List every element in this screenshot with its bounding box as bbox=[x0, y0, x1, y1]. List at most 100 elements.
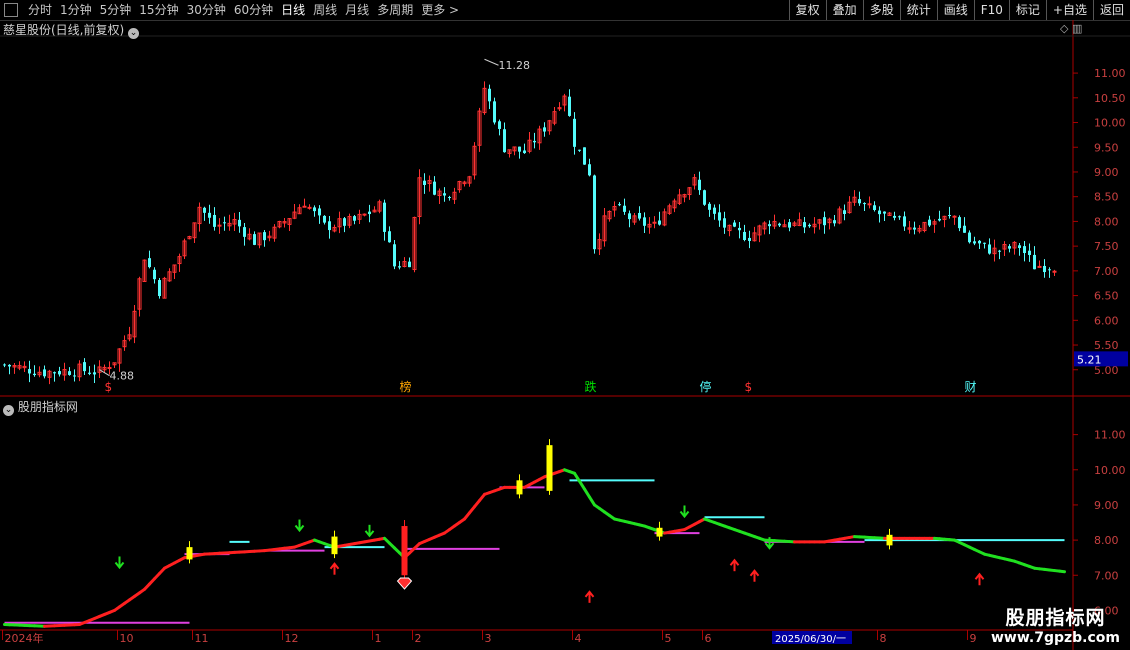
candle-body bbox=[978, 240, 981, 244]
candle-body bbox=[393, 244, 396, 267]
candle-body bbox=[952, 215, 957, 218]
event-marker: 停 bbox=[700, 379, 712, 394]
candle-body bbox=[883, 211, 886, 214]
y-tick-label: 10.00 bbox=[1094, 117, 1126, 130]
candle-body bbox=[578, 149, 581, 151]
candle-body bbox=[73, 375, 76, 377]
y-tick-label: 8.00 bbox=[1094, 215, 1119, 228]
price-tag: 5.21 bbox=[1077, 353, 1102, 366]
candle-body bbox=[618, 204, 621, 206]
candle-body bbox=[713, 207, 716, 214]
candle-body bbox=[1048, 269, 1051, 271]
y-tick-label: 8.50 bbox=[1094, 191, 1119, 204]
candle-body bbox=[808, 224, 811, 227]
candle-body bbox=[973, 241, 976, 244]
candle-body bbox=[968, 232, 971, 243]
signal-block bbox=[886, 534, 893, 546]
signal-block bbox=[331, 536, 338, 555]
x-tick-label: 4 bbox=[575, 632, 582, 645]
candle-body bbox=[243, 227, 246, 237]
candle-body bbox=[223, 222, 226, 224]
layout-icon[interactable]: ▥ bbox=[1072, 22, 1082, 35]
event-marker: 跌 bbox=[585, 379, 597, 394]
candle-body bbox=[643, 217, 646, 226]
candle-body bbox=[1018, 245, 1021, 249]
candle-body bbox=[213, 214, 216, 227]
high-label: 11.28 bbox=[499, 59, 531, 72]
signal-block bbox=[186, 547, 193, 560]
x-tick-label: 10 bbox=[120, 632, 134, 645]
candle-body bbox=[823, 217, 826, 226]
candle-body bbox=[343, 218, 346, 226]
candle-body bbox=[543, 127, 546, 132]
candle-body bbox=[878, 210, 881, 215]
chevron-down-icon[interactable]: ⌄ bbox=[3, 405, 14, 416]
candle-body bbox=[778, 223, 781, 226]
candle-body bbox=[733, 222, 736, 227]
candle-body bbox=[903, 216, 906, 227]
candle-body bbox=[148, 258, 151, 268]
candle-body bbox=[623, 205, 626, 212]
high-pointer bbox=[484, 58, 499, 66]
candle-body bbox=[423, 180, 426, 185]
candle-body bbox=[628, 213, 631, 220]
candle-body bbox=[83, 362, 86, 372]
candle-body bbox=[383, 202, 386, 232]
candle-body bbox=[208, 212, 211, 218]
candle-body bbox=[983, 242, 986, 244]
candle-body bbox=[503, 129, 506, 153]
event-marker: $ bbox=[745, 380, 753, 394]
candle-body bbox=[963, 225, 966, 233]
candle-body bbox=[353, 216, 356, 221]
candle-body bbox=[263, 232, 266, 241]
candle-body bbox=[368, 211, 371, 215]
y-tick-label: 6.50 bbox=[1094, 290, 1119, 303]
signal-block bbox=[546, 445, 553, 491]
candle-body bbox=[488, 88, 491, 102]
candle-body bbox=[433, 181, 436, 195]
up-arrow bbox=[729, 558, 740, 572]
candle-body bbox=[53, 372, 56, 374]
down-arrow bbox=[114, 556, 125, 570]
main-title-text: 慈星股份(日线,前复权) bbox=[3, 23, 125, 37]
candle-body bbox=[748, 237, 751, 241]
candle-body bbox=[493, 101, 496, 123]
candle-body bbox=[863, 203, 866, 205]
chevron-down-icon[interactable]: ⌄ bbox=[128, 28, 140, 39]
candle-body bbox=[533, 140, 536, 143]
diamond-icon bbox=[396, 577, 413, 590]
candle-body bbox=[523, 150, 526, 154]
down-arrow bbox=[364, 524, 375, 538]
candle-body bbox=[998, 250, 1001, 252]
candle-body bbox=[443, 193, 446, 196]
y-tick-label: 6.00 bbox=[1094, 314, 1119, 327]
up-arrow bbox=[974, 572, 985, 586]
diamond-icon[interactable]: ◇ bbox=[1060, 22, 1068, 35]
candle-body bbox=[3, 364, 6, 366]
candle-body bbox=[593, 175, 596, 250]
candle-body bbox=[948, 215, 951, 217]
stock-chart[interactable]: 5.005.506.006.507.007.508.008.509.009.50… bbox=[0, 0, 1130, 650]
x-tick-label: 8 bbox=[880, 632, 887, 645]
candle-body bbox=[107, 367, 112, 370]
candle-body bbox=[328, 221, 331, 231]
candle-body bbox=[8, 364, 11, 367]
candle-body bbox=[33, 373, 36, 376]
y-tick-label: 11.00 bbox=[1094, 67, 1126, 80]
candle-body bbox=[583, 147, 586, 165]
candle-body bbox=[638, 212, 641, 219]
candle-body bbox=[803, 222, 806, 228]
candle-body bbox=[1028, 250, 1031, 255]
candle-body bbox=[1023, 246, 1026, 254]
candle-body bbox=[313, 207, 316, 212]
window-controls: ◇ ▥ bbox=[1060, 22, 1082, 35]
candle-body bbox=[658, 220, 661, 225]
event-marker: $ bbox=[105, 380, 113, 394]
candle-body bbox=[1033, 254, 1036, 270]
candle-body bbox=[568, 96, 571, 116]
candle-body bbox=[498, 121, 501, 129]
candle-body bbox=[58, 371, 61, 375]
candle-body bbox=[43, 369, 46, 377]
down-arrow bbox=[679, 505, 690, 519]
x-tick-label: 1 bbox=[375, 632, 382, 645]
